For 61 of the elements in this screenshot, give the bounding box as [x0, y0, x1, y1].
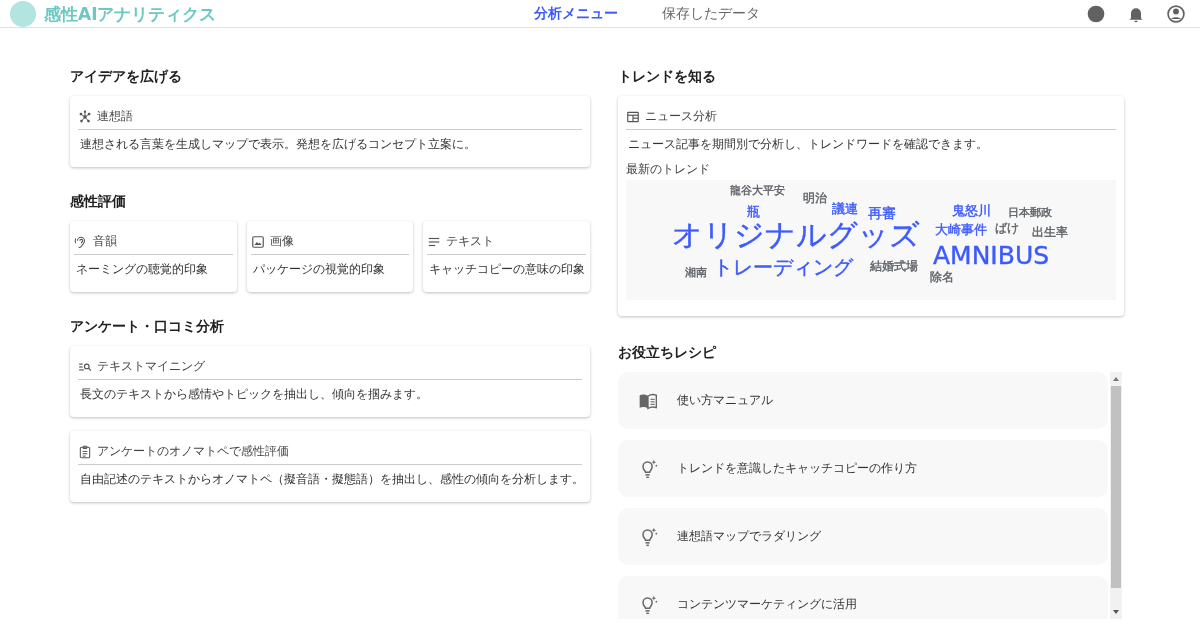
trend-word[interactable]: AMNIBUS — [933, 243, 1050, 268]
trend-word[interactable]: トレーディング — [713, 257, 853, 277]
newspaper-icon — [626, 109, 640, 124]
image-icon — [250, 234, 265, 249]
trend-word[interactable]: 瓶 — [747, 205, 760, 218]
card-description: ネーミングの聴覚的印象 — [75, 261, 209, 278]
trend-word[interactable]: 龍谷大平安 — [730, 185, 785, 196]
menu-card[interactable]: 画像 パッケージの視覚的印象 — [246, 221, 414, 292]
card-title: テキストマイニング — [97, 358, 205, 375]
trend-word[interactable]: 湘南 — [685, 267, 707, 278]
card-description: 長文のテキストから感情やトピックを抽出し、傾向を掴みます。 — [79, 386, 429, 403]
card-title: 画像 — [269, 233, 294, 250]
trend-word[interactable]: 日本郵政 — [1008, 207, 1052, 218]
recipe-item[interactable]: 使い方マニュアル — [618, 372, 1108, 429]
recipe-item[interactable]: トレンドを意識したキャッチコピーの作り方 — [618, 440, 1108, 497]
trend-word[interactable]: 除名 — [930, 271, 954, 283]
card-description: 連想される言葉を生成しマップで表示。発想を広げるコンセプト立案に。 — [79, 136, 477, 153]
section-title: 感性評価 — [70, 193, 127, 211]
section-title: お役立ちレシピ — [618, 344, 718, 362]
card-title: 連想語 — [97, 108, 133, 125]
card-title: テキスト — [446, 233, 495, 250]
card-description: キャッチコピーの意味の印象 — [428, 261, 586, 278]
trend-word[interactable]: 出生率 — [1032, 226, 1068, 238]
section-title: アンケート・口コミ分析 — [70, 318, 225, 336]
recipe-item[interactable]: コンテンツマーケティングに活用 — [618, 576, 1108, 619]
card-title: ニュース分析 — [645, 108, 717, 125]
trend-word[interactable]: 鬼怒川 — [952, 204, 991, 217]
trend-word[interactable]: 結婚式場 — [870, 260, 918, 272]
trend-word[interactable]: オリジナルグッズ — [672, 220, 920, 250]
account-icon[interactable] — [1166, 4, 1186, 24]
trend-word[interactable]: 再審 — [868, 206, 896, 220]
scrollbar[interactable] — [1110, 372, 1122, 619]
logo-text: 感性AIアナリティクス — [44, 2, 217, 26]
trend-word[interactable]: 大崎事件 — [935, 223, 987, 236]
card-description: パッケージの視覚的印象 — [251, 261, 386, 278]
clipboard-icon — [78, 444, 92, 459]
menu-card[interactable]: 連想語 連想される言葉を生成しマップで表示。発想を広げるコンセプト立案に。 — [70, 96, 590, 167]
card-description: ニュース記事を期間別で分析し、トレンドワードを確認できます。 — [627, 136, 989, 153]
menu-card[interactable]: 音韻 ネーミングの聴覚的印象 — [70, 221, 237, 292]
trend-word[interactable]: 議連 — [832, 202, 858, 215]
scrollbar-thumb[interactable] — [1111, 386, 1121, 588]
recipe-item[interactable]: 連想語マップでラダリング — [618, 508, 1108, 565]
card-title: アンケートのオノマトペで感性評価 — [97, 443, 289, 460]
subheading: 最新のトレンド — [626, 161, 711, 178]
scroll-up-icon[interactable] — [1113, 377, 1119, 381]
section-title: トレンドを知る — [618, 68, 717, 86]
nav-tab[interactable]: 保存したデータ — [658, 5, 764, 23]
logo-mark — [10, 1, 36, 27]
nav-tab[interactable]: 分析メニュー — [530, 5, 622, 23]
trend-word[interactable]: 明治 — [803, 192, 827, 204]
card-description: 自由記述のテキストからオノマトペ（擬音語・擬態語）を抽出し、感性の傾向を分析します。 — [79, 471, 582, 488]
trend-word[interactable]: ばけ — [995, 222, 1019, 234]
card-title: 音韻 — [93, 233, 117, 250]
ear-icon — [74, 234, 88, 249]
section-title: アイデアを広げる — [70, 68, 183, 86]
network-icon — [78, 109, 92, 124]
scroll-down-icon[interactable] — [1113, 610, 1119, 614]
menu-card[interactable]: テキストマイニング 長文のテキストから感情やトピックを抽出し、傾向を掴みます。 — [70, 346, 590, 417]
menu-card[interactable]: テキスト キャッチコピーの意味の印象 — [423, 221, 590, 292]
menu-card[interactable]: アンケートのオノマトペで感性評価 自由記述のテキストからオノマトペ（擬音語・擬態語）を抽出し、感性の傾向を分析します。 — [70, 431, 590, 502]
menu-card[interactable]: ニュース分析 ニュース記事を期間別で分析し、トレンドワードを確認できます。 最新のトレンド 龍谷大平安 明治 瓶 議連 再審 鬼怒川 日本郵政 オリジナルグッズ 大崎事件 ばけ 出生率 AMNIBUS 湘南 トレーディング 結婚式場 除名 — [618, 96, 1124, 316]
